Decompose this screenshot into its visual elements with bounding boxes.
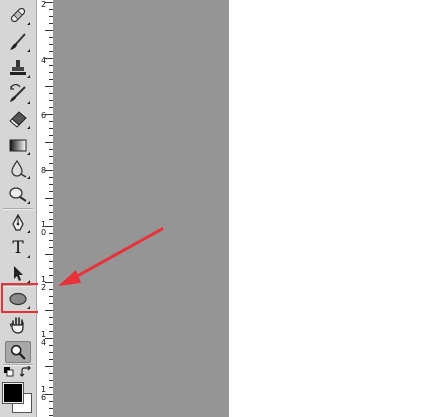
foreground-color-swatch[interactable] bbox=[2, 382, 24, 404]
annotation-arrow bbox=[58, 227, 164, 286]
